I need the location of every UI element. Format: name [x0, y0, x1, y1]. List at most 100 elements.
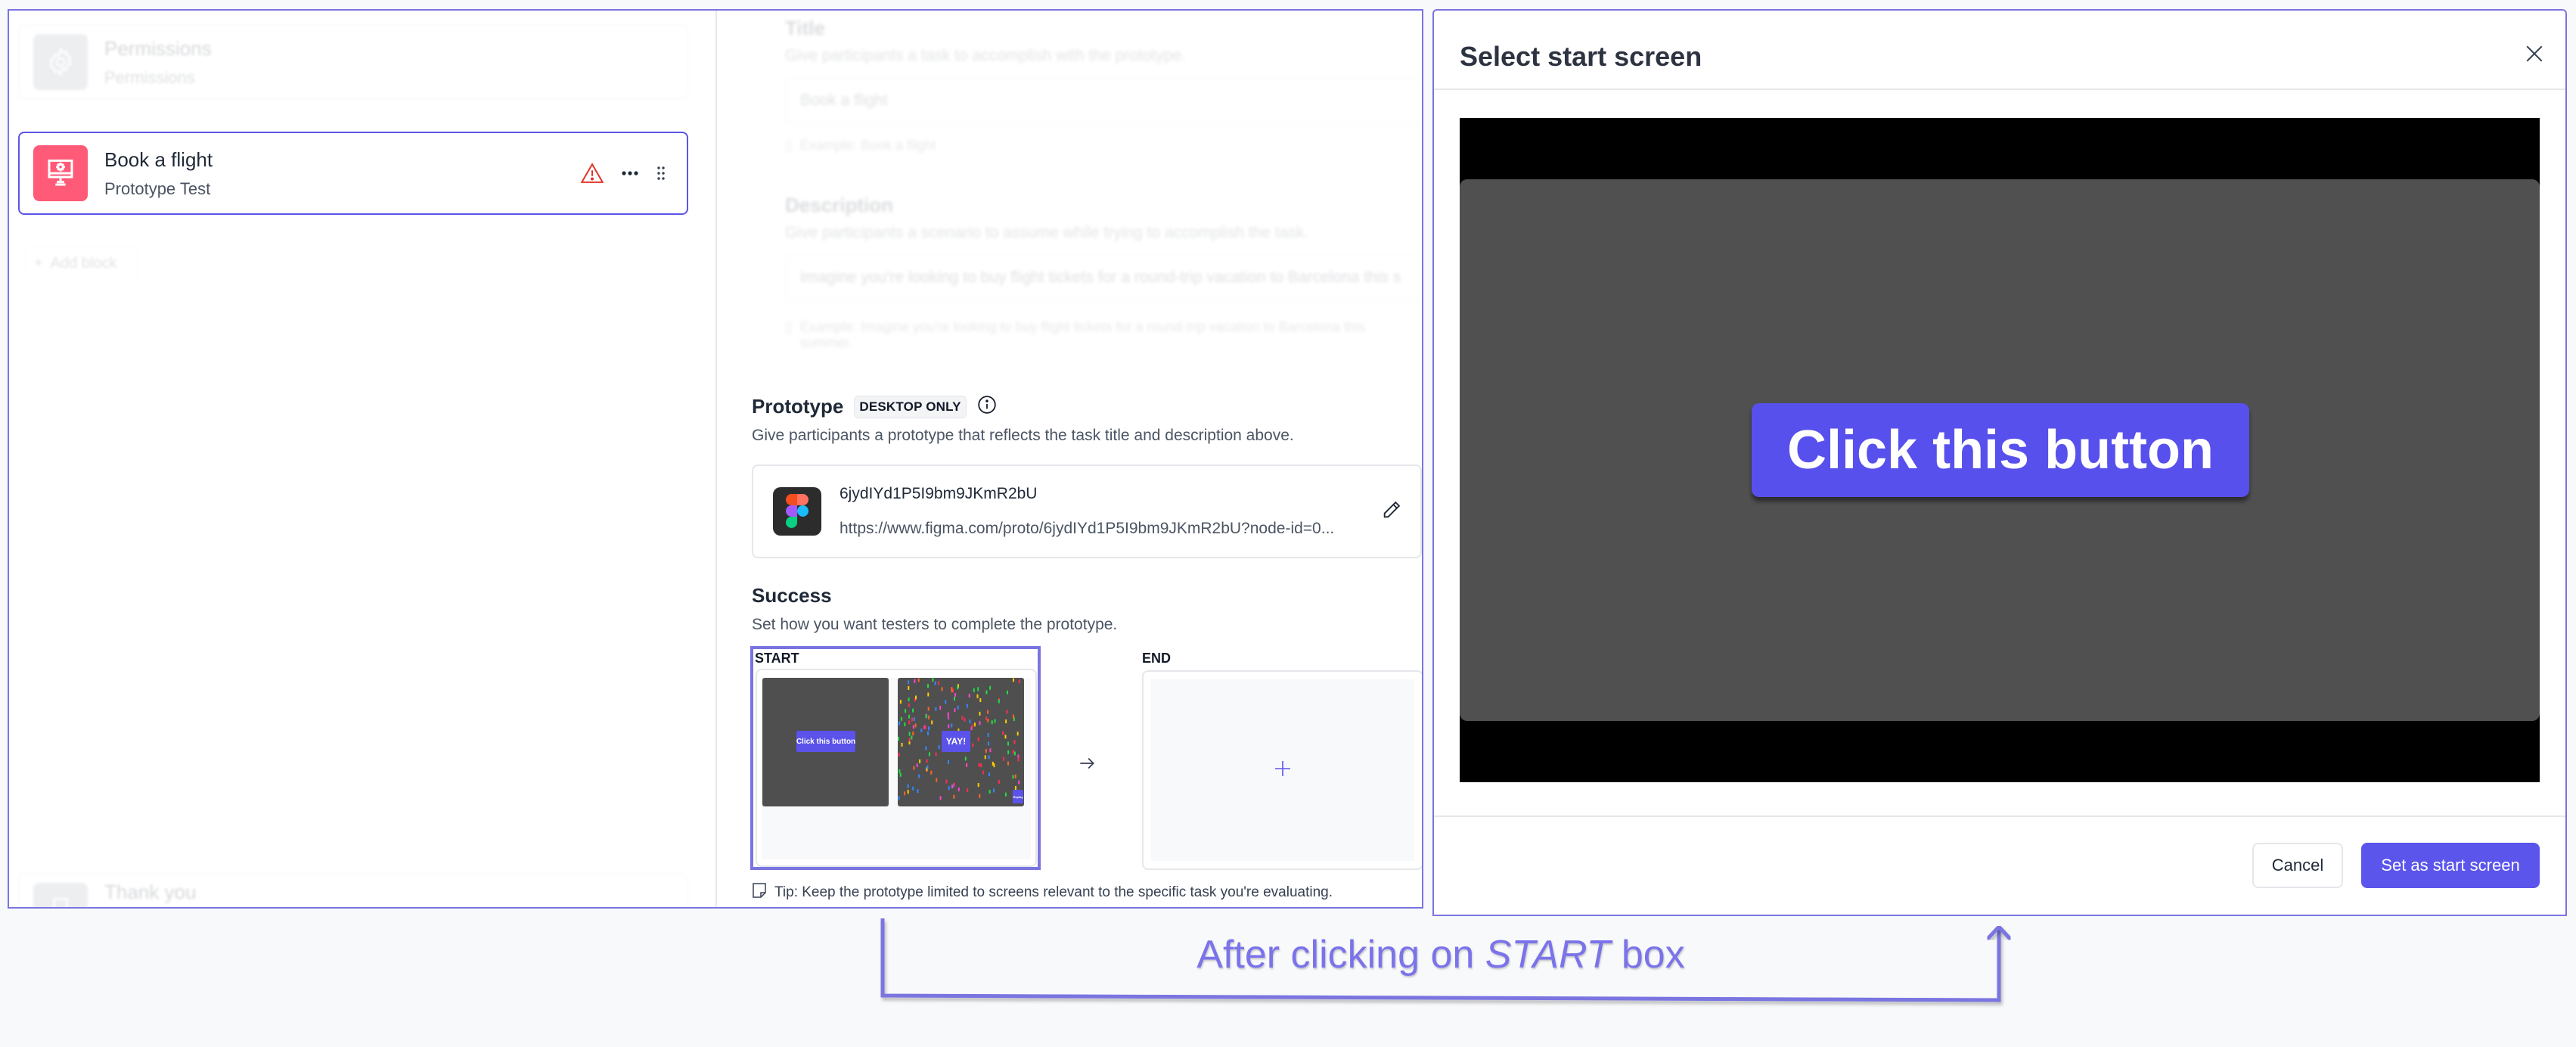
confetti-piece [979, 698, 982, 702]
description-label: Description [785, 194, 894, 216]
title-input-value: Book a flight [800, 92, 888, 109]
confetti-piece [992, 761, 994, 766]
confetti-piece [939, 706, 942, 710]
description-input[interactable]: Imagine you're looking to buy flight tic… [785, 254, 1422, 301]
confetti-piece [898, 769, 901, 773]
prototype-card[interactable]: 6jydIYd1P5I9bm9JKmR2bU https://www.figma… [752, 464, 1422, 558]
warning-icon[interactable] [581, 163, 604, 184]
sidebar-block-book-a-flight[interactable]: Book a flight Prototype Test [18, 132, 688, 215]
confetti-piece [954, 697, 955, 701]
prototype-header: Prototype DESKTOP ONLY [752, 395, 997, 418]
confetti-piece [957, 685, 959, 690]
preview-click-button[interactable]: Click this button [1752, 403, 2249, 497]
confetti-piece [988, 755, 990, 760]
add-block-button[interactable]: + Add block [24, 247, 138, 280]
confetti-piece [908, 685, 910, 690]
confetti-piece [953, 794, 955, 799]
confetti-piece [953, 782, 955, 787]
sidebar-block-permissions[interactable]: Permissions Permissions [18, 24, 688, 100]
description-input-value: Imagine you're looking to buy flight tic… [800, 269, 1401, 286]
confetti-piece [899, 772, 902, 777]
edit-pencil-icon[interactable] [1381, 499, 1402, 524]
end-label: END [1142, 651, 1172, 666]
confetti-piece [1003, 757, 1004, 761]
confetti-piece [994, 719, 996, 723]
confetti-piece [1004, 792, 1007, 797]
thumbnail-button-text: Click this button [796, 731, 855, 752]
confetti-piece [972, 743, 974, 747]
modal-header-divider [1434, 89, 2565, 90]
success-thumbnail[interactable]: YAY! Replay [898, 678, 1024, 806]
annotation-caption: After clicking on START box [870, 932, 2012, 977]
confetti-piece [1018, 679, 1020, 684]
confetti-piece [912, 786, 914, 791]
plus-icon [1274, 760, 1292, 781]
confetti-piece [954, 693, 957, 697]
start-thumbnail[interactable]: Click this button [762, 678, 889, 806]
thumbnail-button-text: YAY! [942, 731, 970, 752]
success-help: Set how you want testers to complete the… [752, 616, 1118, 633]
add-end-screen-button[interactable] [1151, 679, 1414, 861]
confetti-piece [984, 755, 986, 760]
confetti-piece [919, 759, 921, 763]
confetti-piece [989, 789, 991, 794]
confetti-piece [976, 694, 979, 698]
cancel-button[interactable]: Cancel [2252, 843, 2343, 888]
caption-text-end: box [1610, 933, 1685, 977]
drag-handle-icon[interactable] [656, 166, 666, 181]
prototype-url: https://www.figma.com/proto/6jydIYd1P5I9… [840, 520, 1335, 537]
confetti-piece [907, 784, 909, 788]
confetti-piece [1012, 750, 1014, 754]
set-as-start-screen-button[interactable]: Set as start screen [2361, 843, 2540, 888]
replay-button: Replay [1013, 790, 1023, 803]
confetti-piece [898, 796, 900, 800]
confetti-piece [987, 741, 989, 746]
confetti-piece [907, 790, 909, 794]
confetti-piece [898, 721, 901, 725]
confetti-piece [987, 719, 989, 722]
block-sidebar: Permissions Permissions Book a flight Pr… [9, 11, 717, 907]
close-icon[interactable] [2525, 44, 2544, 67]
confetti-piece [935, 752, 937, 757]
description-help: Give participants a scenario to assume w… [785, 224, 1309, 241]
sidebar-block-thank-you[interactable]: Thank you [18, 873, 688, 907]
confetti-piece [936, 778, 938, 782]
confetti-piece [908, 720, 911, 725]
confetti-piece [985, 690, 988, 694]
confetti-piece [908, 738, 911, 742]
title-input[interactable]: Book a flight [785, 77, 1422, 124]
confetti-piece [927, 684, 929, 688]
description-example: ▯ Example: Imagine you're looking to buy… [785, 319, 1405, 351]
confetti-piece [938, 745, 940, 749]
arrow-right-icon [1077, 753, 1097, 777]
confetti-piece [904, 791, 905, 796]
confetti-piece [973, 722, 976, 727]
desktop-only-badge: DESKTOP ONLY [854, 395, 967, 418]
info-icon[interactable] [977, 395, 997, 418]
end-screen-box[interactable] [1142, 670, 1422, 870]
confetti-piece [927, 692, 930, 697]
confetti-piece [898, 753, 900, 757]
confetti-piece [947, 712, 949, 716]
confetti-piece [1005, 719, 1007, 724]
confetti-piece [957, 705, 959, 710]
more-options-icon[interactable] [622, 170, 638, 176]
confetti-piece [948, 724, 950, 729]
confetti-piece [979, 794, 981, 798]
confetti-piece [937, 681, 939, 685]
confetti-piece [908, 680, 910, 685]
tip-label: Tip: Keep the prototype limited to scree… [774, 884, 1333, 900]
confetti-piece [913, 766, 915, 770]
confetti-piece [977, 783, 979, 788]
confetti-piece [1007, 761, 1009, 766]
confetti-piece [926, 765, 929, 769]
block-title: Book a flight [104, 148, 213, 171]
start-screen-box[interactable]: START Click this button YAY! Replay [750, 646, 1041, 870]
confetti-piece [991, 720, 993, 725]
confetti-piece [917, 678, 920, 682]
confetti-piece [951, 723, 953, 728]
confetti-piece [924, 725, 926, 729]
confetti-piece [1012, 775, 1014, 779]
block-subtitle: Permissions [104, 67, 195, 87]
confetti-piece [916, 763, 918, 768]
